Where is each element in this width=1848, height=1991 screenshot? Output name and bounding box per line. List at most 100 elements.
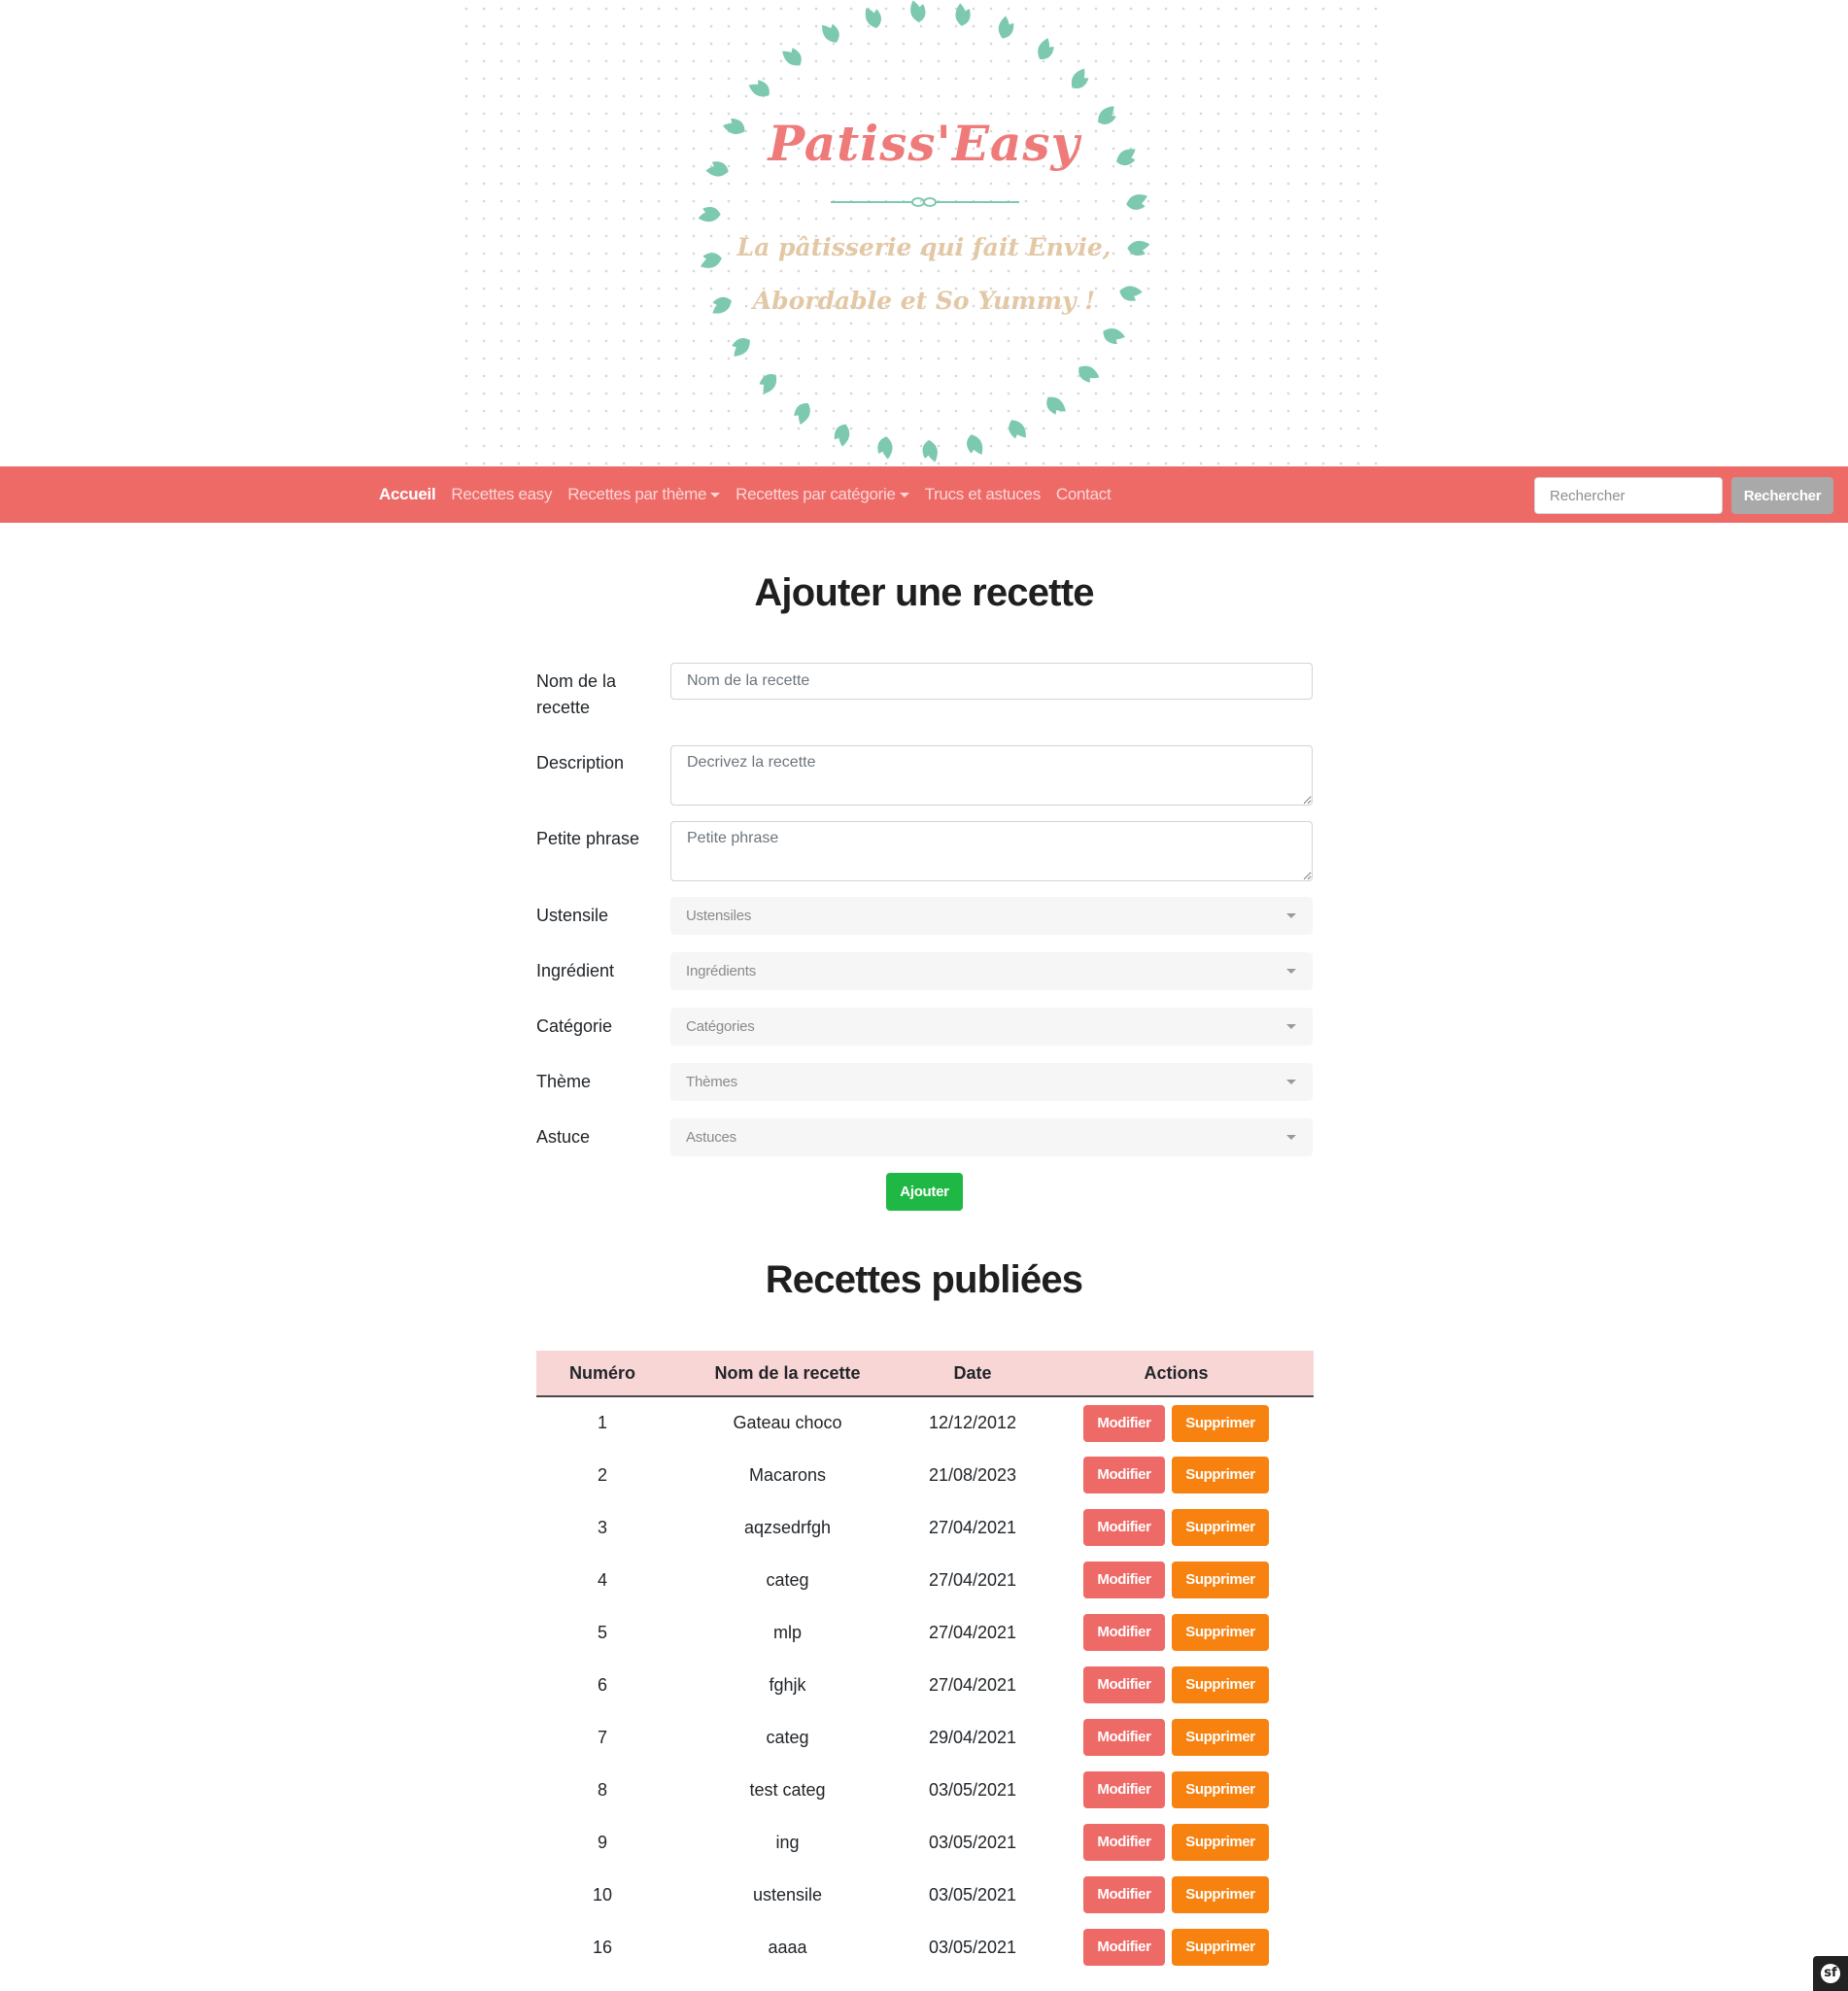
modify-button[interactable]: Modifier [1082,1509,1165,1546]
nav-item-label: Accueil [379,485,436,503]
delete-button[interactable]: Supprimer [1172,1929,1269,1966]
column-header-date: Date [907,1351,1039,1397]
nav-item-label: Contact [1055,485,1112,503]
cell-date: 29/04/2021 [928,1727,1017,1747]
chevron-down-icon [1286,969,1296,974]
published-recipes-title: Recettes publiées [765,1258,1083,1301]
categorie-label: Catégorie [536,1016,613,1036]
cell-actions: Modifier Supprimer [1039,1921,1314,1974]
nav-item-5[interactable]: Contact [1056,485,1112,504]
ustensile-select[interactable]: Ustensiles [670,897,1313,935]
description-textarea[interactable] [670,745,1313,806]
table-row: 4 categ 27/04/2021 Modifier Supprimer [536,1554,1314,1606]
nav-item-4[interactable]: Trucs et astuces [925,485,1042,504]
description-label: Description [536,753,625,772]
cell-numero: 9 [597,1832,607,1852]
modify-button[interactable]: Modifier [1082,1929,1165,1966]
nav-item-1[interactable]: Recettes easy [451,485,552,504]
table-row: 9 ing 03/05/2021 Modifier Supprimer [536,1816,1314,1869]
modify-button[interactable]: Modifier [1082,1771,1165,1808]
chevron-down-icon [1286,913,1296,918]
chevron-down-icon [1286,1135,1296,1140]
modify-button[interactable]: Modifier [1082,1666,1165,1703]
modify-button[interactable]: Modifier [1082,1562,1165,1598]
delete-button[interactable]: Supprimer [1172,1457,1269,1493]
modify-button[interactable]: Modifier [1082,1614,1165,1651]
modify-button[interactable]: Modifier [1082,1824,1165,1861]
cell-recipe-name: Gateau choco [733,1413,842,1432]
ustensile-selected-value: Ustensiles [686,908,752,924]
site-logo-title: Patiss'Easy [768,115,1080,172]
table-row: 7 categ 29/04/2021 Modifier Supprimer [536,1711,1314,1764]
cell-actions: Modifier Supprimer [1039,1501,1314,1554]
delete-button[interactable]: Supprimer [1172,1666,1269,1703]
recipe-name-input[interactable] [670,663,1313,700]
modify-button[interactable]: Modifier [1082,1876,1165,1913]
cell-numero: 8 [597,1779,607,1800]
astuce-label: Astuce [536,1127,591,1147]
nav-item-label: Recettes par thème [567,485,707,503]
theme-select[interactable]: Thèmes [670,1063,1313,1101]
delete-button[interactable]: Supprimer [1172,1876,1269,1913]
nav-item-label: Recettes easy [451,485,553,503]
cell-numero: 6 [597,1674,607,1695]
cell-actions: Modifier Supprimer [1039,1764,1314,1816]
column-header-actions: Actions [1039,1351,1314,1397]
cell-date: 03/05/2021 [928,1779,1017,1800]
categorie-selected-value: Catégories [686,1018,755,1035]
table-row: 1 Gateau choco 12/12/2012 Modifier Supprime… [536,1396,1314,1449]
table-row: 8 test categ 03/05/2021 Modifier Supprimer [536,1764,1314,1816]
cell-actions: Modifier Supprimer [1039,1554,1314,1606]
cell-actions: Modifier Supprimer [1039,1606,1314,1659]
cell-recipe-name: categ [766,1569,809,1590]
delete-button[interactable]: Supprimer [1172,1404,1269,1442]
nav-links: Accueil Recettes easy Recettes par thème Re… [379,466,1126,523]
cell-recipe-name: ing [775,1832,800,1852]
cell-actions: Modifier Supprimer [1039,1449,1314,1501]
modify-button[interactable]: Modifier [1082,1404,1165,1442]
search-input[interactable] [1534,477,1723,514]
ingredient-select[interactable]: Ingrédients [670,952,1313,990]
cell-date: 21/08/2023 [928,1464,1017,1485]
cell-numero: 4 [597,1569,607,1590]
cell-actions: Modifier Supprimer [1039,1659,1314,1711]
categorie-select[interactable]: Catégories [670,1008,1313,1046]
symfony-icon: sf [1821,1964,1840,1983]
delete-button[interactable]: Supprimer [1172,1824,1269,1861]
table-header-row: Numéro Nom de la recette Date Actions [536,1351,1314,1397]
debug-toolbar-toggle[interactable]: sf [1813,1956,1848,1991]
modify-button[interactable]: Modifier [1082,1719,1165,1756]
cell-numero: 16 [592,1937,613,1957]
cell-actions: Modifier Supprimer [1039,1396,1314,1449]
cell-numero: 3 [597,1517,607,1537]
delete-button[interactable]: Supprimer [1172,1771,1269,1808]
nav-item-0[interactable]: Accueil [379,485,436,504]
table-row: 6 fghjk 27/04/2021 Modifier Supprimer [536,1659,1314,1711]
nav-item-2[interactable]: Recettes par thème [567,485,721,504]
cell-date: 27/04/2021 [928,1517,1017,1537]
table-row: 16 aaaa 03/05/2021 Modifier Supprimer [536,1921,1314,1974]
delete-button[interactable]: Supprimer [1172,1614,1269,1651]
table-row: 10 ustensile 03/05/2021 Modifier Supprimer [536,1869,1314,1921]
cell-date: 27/04/2021 [928,1569,1017,1590]
add-recipe-button[interactable]: Ajouter [886,1173,963,1211]
nav-item-3[interactable]: Recettes par catégorie [736,485,909,504]
delete-button[interactable]: Supprimer [1172,1562,1269,1598]
search-button[interactable]: Rechercher [1731,477,1833,514]
astuce-select[interactable]: Astuces [670,1118,1313,1156]
chevron-down-icon [1286,1024,1296,1029]
delete-button[interactable]: Supprimer [1172,1719,1269,1756]
delete-button[interactable]: Supprimer [1172,1509,1269,1546]
ingredient-label: Ingrédient [536,961,615,980]
table-row: 5 mlp 27/04/2021 Modifier Supprimer [536,1606,1314,1659]
column-header-numero: Numéro [536,1351,668,1397]
table-row: 3 aqzsedrfgh 27/04/2021 Modifier Supprimer [536,1501,1314,1554]
table-row: 2 Macarons 21/08/2023 Modifier Supprimer [536,1449,1314,1501]
modify-button[interactable]: Modifier [1082,1457,1165,1493]
cell-recipe-name: test categ [749,1779,826,1800]
cell-date: 27/04/2021 [928,1674,1017,1695]
theme-selected-value: Thèmes [686,1074,737,1090]
phrase-textarea[interactable] [670,821,1313,881]
ingredient-selected-value: Ingrédients [686,963,757,979]
caret-down-icon [899,493,909,498]
